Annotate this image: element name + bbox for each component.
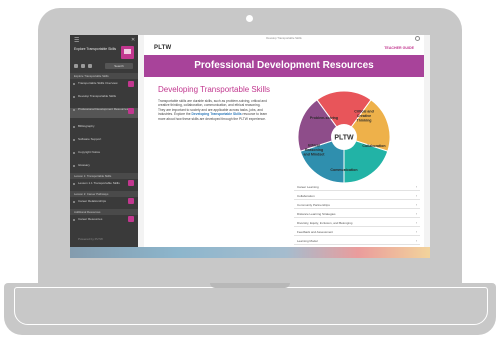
main-content: Develop Transportable Skills PLTW TEACHE… bbox=[138, 35, 430, 247]
topic-row[interactable]: Collaboration › bbox=[294, 192, 420, 200]
screen-bottom-strip bbox=[70, 247, 430, 258]
thumbnail-icon bbox=[128, 180, 134, 186]
thumbnail-icon bbox=[128, 216, 134, 222]
wheel-segment-label: Collaboration bbox=[362, 144, 385, 148]
sidebar-toolbar bbox=[74, 64, 92, 68]
sidebar-item[interactable]: Copyright Notice bbox=[70, 150, 138, 155]
skills-wheel: PLTW Problem-solving Critical and Creative T… bbox=[297, 90, 391, 184]
wheel-segment-label: Critical and Creative Thinking bbox=[354, 110, 374, 123]
grid-icon[interactable] bbox=[74, 64, 78, 68]
laptop-base-outline bbox=[14, 287, 488, 325]
sidebar: ☰ ✕ Explore Transportable Skills Search … bbox=[70, 35, 138, 247]
page-banner: Professional Development Resources bbox=[144, 55, 424, 77]
wheel-center-label: PLTW bbox=[334, 135, 354, 142]
close-icon[interactable]: ✕ bbox=[131, 37, 135, 43]
help-icon[interactable] bbox=[415, 36, 420, 41]
sidebar-footer: Powered by PLTW bbox=[78, 237, 103, 241]
sidebar-title: Explore Transportable Skills bbox=[74, 47, 117, 51]
course-badge-icon bbox=[121, 46, 134, 59]
chevron-right-icon: › bbox=[415, 185, 417, 189]
document-topbar-title: Develop Transportable Skills bbox=[266, 36, 302, 40]
chevron-right-icon: › bbox=[415, 230, 417, 234]
topic-row[interactable]: Community Partnerships › bbox=[294, 201, 420, 209]
topic-row[interactable]: Diversity, Equity, Inclusion, and Belong… bbox=[294, 219, 420, 227]
intro-paragraph: Transportable skills are durable skills,… bbox=[158, 99, 268, 121]
note-icon[interactable] bbox=[88, 64, 92, 68]
sidebar-section[interactable]: Explore Transportable Skills bbox=[70, 73, 138, 79]
camera-dot bbox=[246, 15, 253, 22]
transportable-skills-link[interactable]: Developing Transportable Skills bbox=[192, 112, 242, 116]
thumbnail-icon bbox=[128, 108, 134, 114]
sidebar-item[interactable]: Software Support bbox=[70, 137, 138, 142]
teacher-guide-label: TEACHER GUIDE bbox=[384, 46, 414, 50]
laptop-screen: ☰ ✕ Explore Transportable Skills Search … bbox=[70, 35, 430, 258]
document-page: Develop Transportable Skills PLTW TEACHE… bbox=[144, 35, 424, 247]
wheel-segment-label: Communication bbox=[330, 168, 357, 172]
sidebar-item[interactable]: Develop Transportable Skills bbox=[70, 94, 138, 99]
chevron-right-icon: › bbox=[415, 221, 417, 225]
topic-row[interactable]: Learning Model › bbox=[294, 237, 420, 245]
wheel-segment-label: Problem-solving bbox=[310, 116, 338, 120]
chevron-right-icon: › bbox=[415, 239, 417, 243]
section-heading: Developing Transportable Skills bbox=[158, 85, 271, 94]
menu-icon[interactable]: ☰ bbox=[74, 37, 79, 44]
sidebar-section[interactable]: Lesson 1: Transportable Skills bbox=[70, 173, 138, 179]
sidebar-section[interactable]: Lesson 2: Career Pathways bbox=[70, 191, 138, 197]
laptop-base bbox=[4, 283, 496, 335]
document-topbar: Develop Transportable Skills bbox=[144, 35, 424, 41]
sidebar-item[interactable]: Glossary bbox=[70, 163, 138, 168]
page-title: Professional Development Resources bbox=[194, 60, 374, 71]
pltw-logo: PLTW bbox=[154, 45, 172, 51]
topic-row[interactable]: Feedback and Assessment › bbox=[294, 228, 420, 236]
topic-row[interactable]: Distance Learning Strategies › bbox=[294, 210, 420, 218]
thumbnail-icon bbox=[128, 198, 134, 204]
chevron-right-icon: › bbox=[415, 194, 417, 198]
bookmark-icon[interactable] bbox=[81, 64, 85, 68]
sidebar-section[interactable]: Additional Resources bbox=[70, 209, 138, 215]
search-button[interactable]: Search bbox=[105, 63, 133, 69]
sidebar-item[interactable]: Bibliography bbox=[70, 124, 138, 129]
laptop-notch bbox=[210, 283, 290, 288]
chevron-right-icon: › bbox=[415, 212, 417, 216]
thumbnail-icon bbox=[128, 81, 134, 87]
chevron-right-icon: › bbox=[415, 203, 417, 207]
topic-row[interactable]: Career Learning › bbox=[294, 183, 420, 191]
